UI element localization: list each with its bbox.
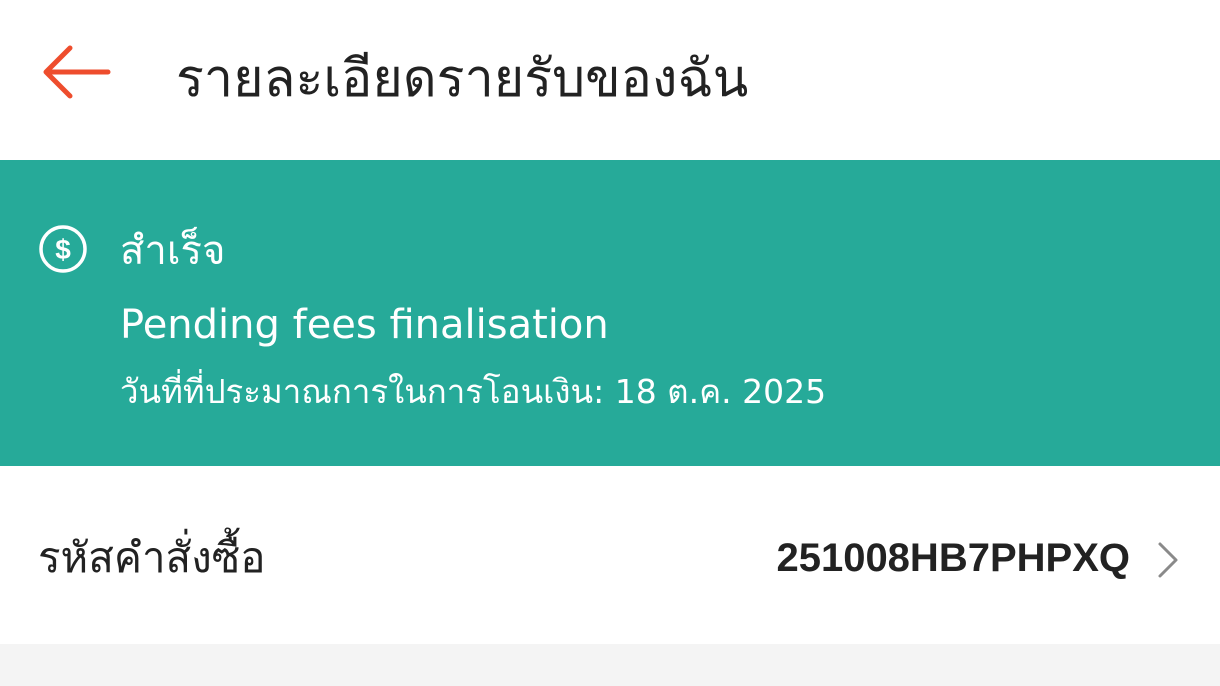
order-id-row[interactable]: รหัสคำสั่งซื้อ 251008HB7PHPXQ <box>0 466 1220 644</box>
dollar-circle-icon: $ <box>38 224 88 274</box>
status-subtitle: Pending fees finalisation <box>120 302 609 348</box>
status-banner: $ สำเร็จ Pending fees finalisation วันที… <box>0 160 1220 466</box>
status-title: สำเร็จ <box>120 228 226 274</box>
estimated-transfer-date: วันที่ที่ประมาณการในการโอนเงิน: 18 ต.ค. … <box>120 372 827 411</box>
back-button[interactable] <box>38 40 114 104</box>
page-title: รายละเอียดรายรับของฉัน <box>176 49 749 109</box>
app-header: รายละเอียดรายรับของฉัน <box>0 0 1220 160</box>
order-id-label: รหัสคำสั่งซื้อ <box>38 533 266 582</box>
chevron-right-icon <box>1150 540 1186 580</box>
arrow-left-icon <box>43 45 111 99</box>
svg-text:$: $ <box>55 234 71 265</box>
order-id-value: 251008HB7PHPXQ <box>776 536 1130 580</box>
